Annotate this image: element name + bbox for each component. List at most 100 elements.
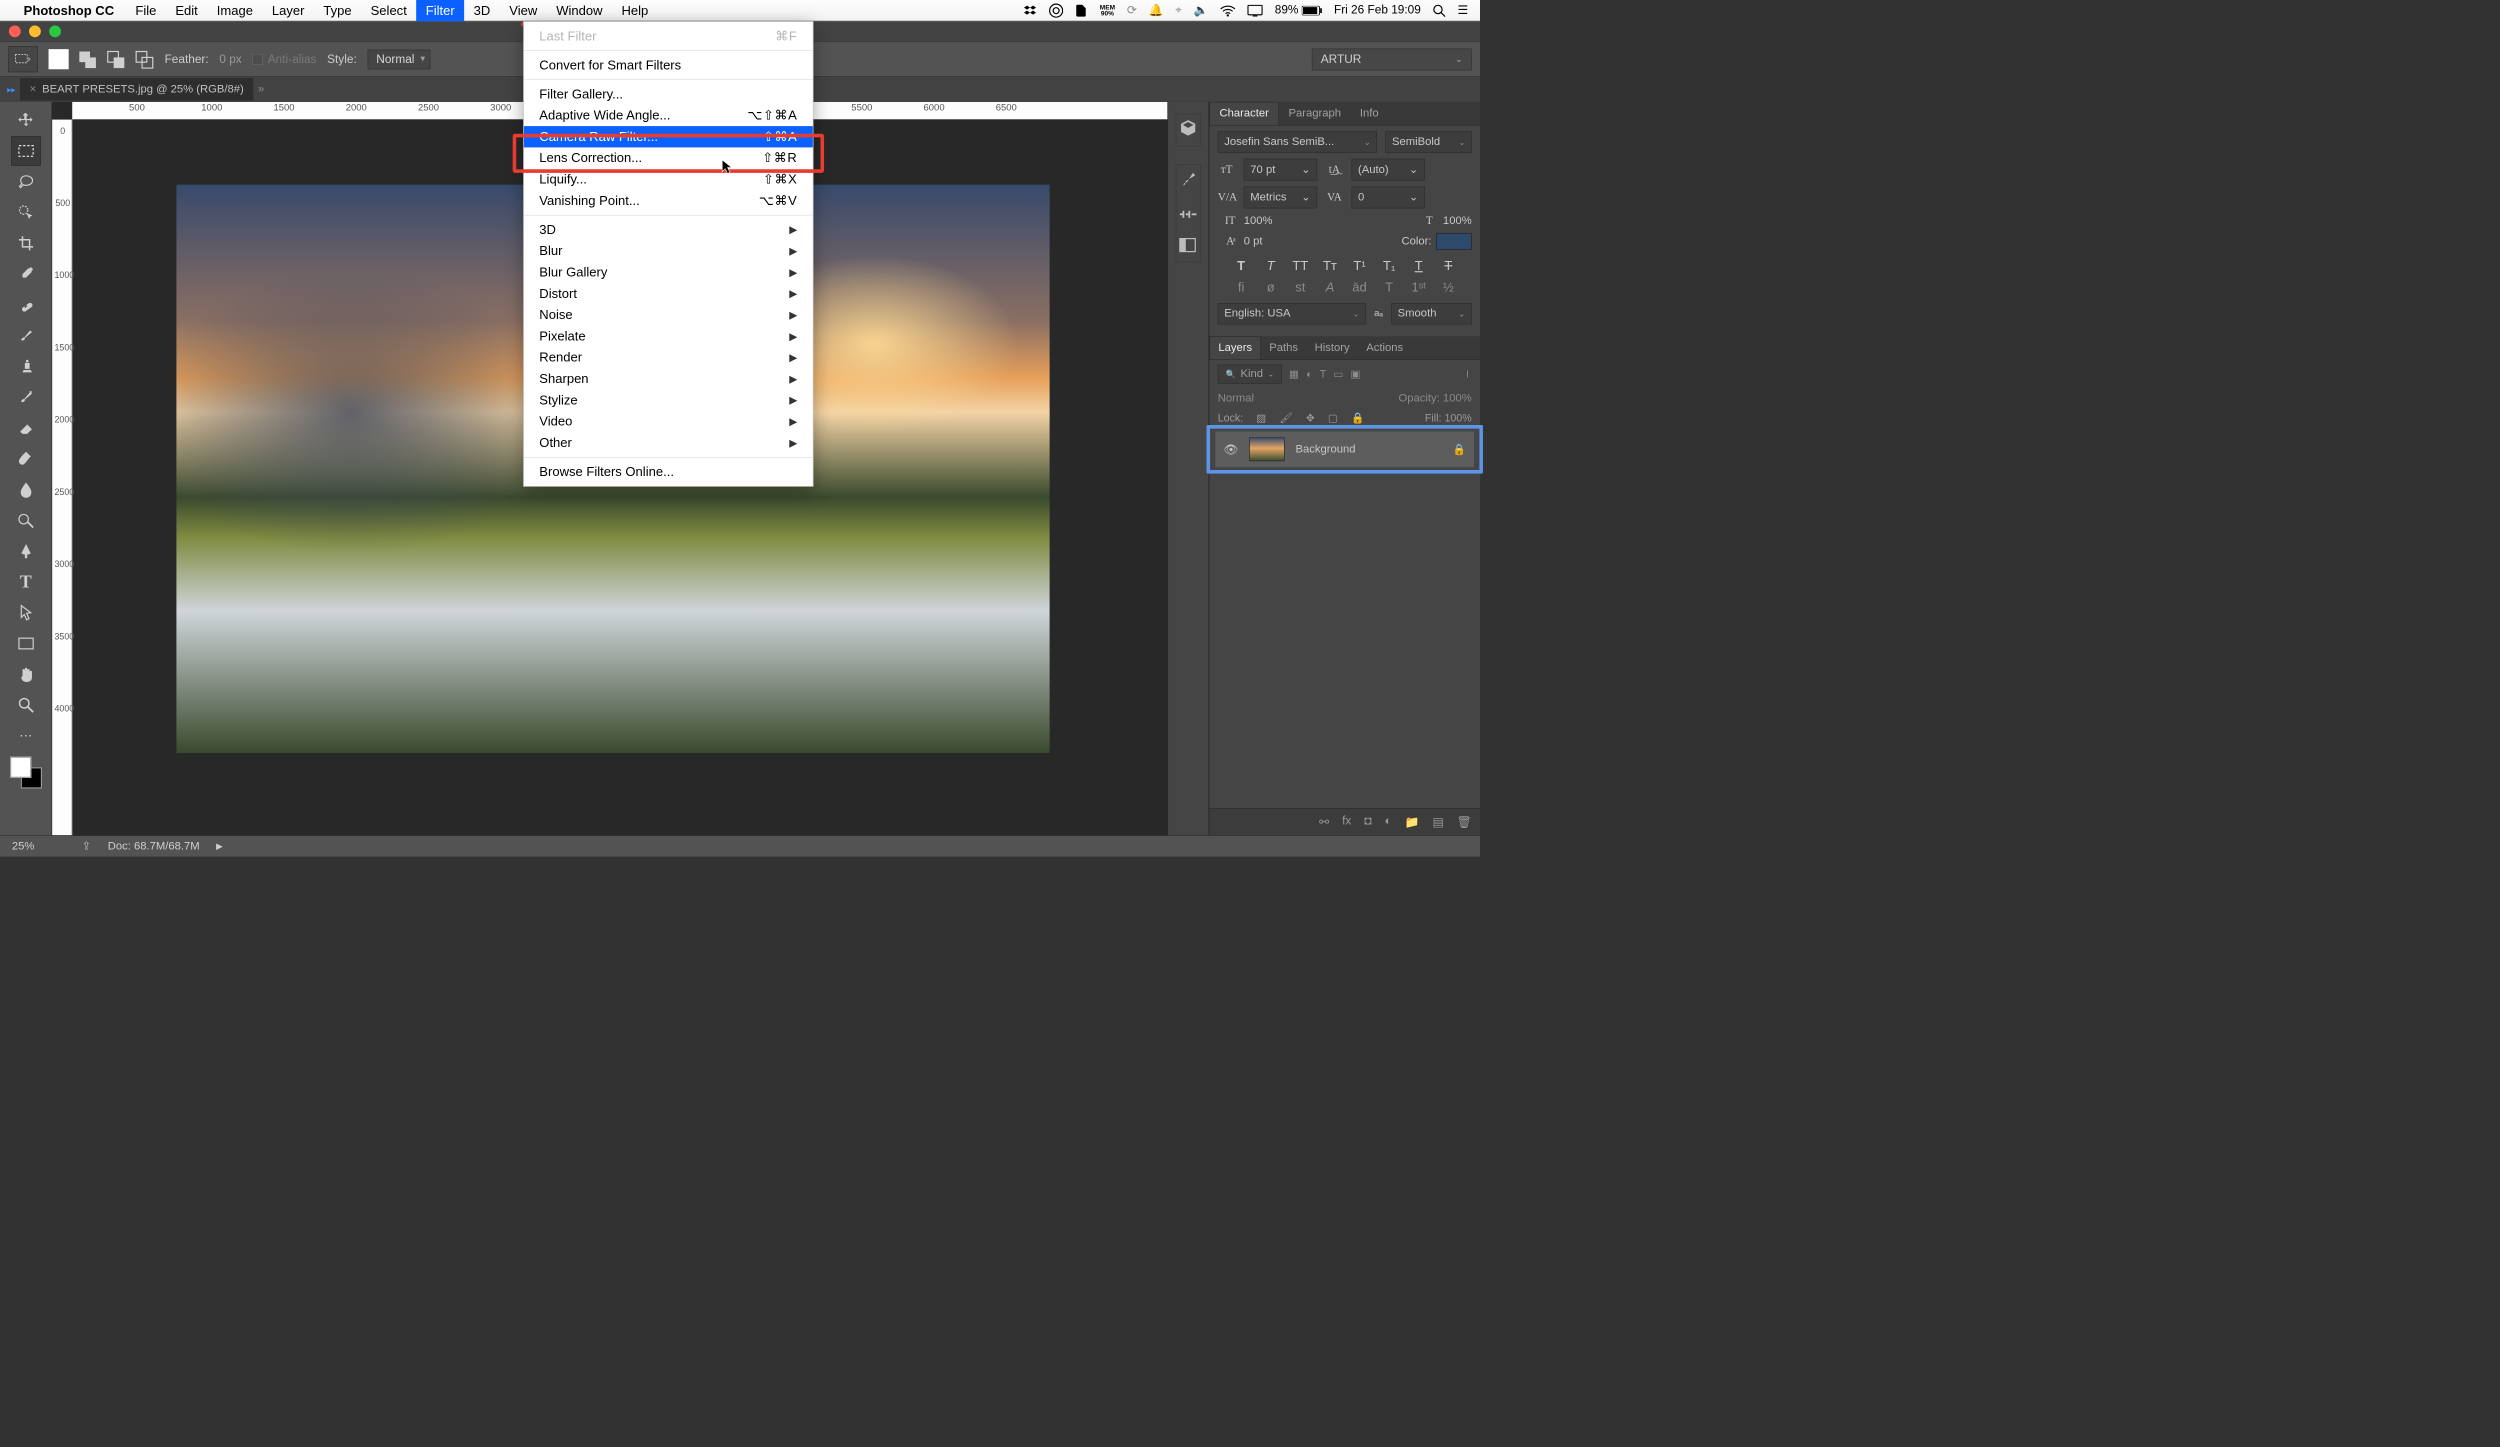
text-color-swatch[interactable] (1436, 233, 1472, 250)
workspace-switcher[interactable]: ARTUR⌄ (1312, 48, 1472, 70)
superscript-button[interactable]: T¹ (1351, 258, 1369, 273)
close-window-button[interactable] (9, 25, 21, 37)
marquee-tool[interactable] (11, 136, 41, 166)
properties-panel-icon[interactable] (1179, 237, 1198, 257)
brush-tool[interactable] (11, 321, 41, 351)
tab-layers[interactable]: Layers (1209, 336, 1261, 359)
titling-button[interactable]: ād (1351, 279, 1369, 294)
menu-extras-icon[interactable]: ☰ (1458, 3, 1469, 18)
antialiasing-dropdown[interactable]: Smooth⌄ (1391, 303, 1472, 324)
intersect-selection-button[interactable] (134, 49, 154, 69)
feather-value[interactable]: 0 px (219, 52, 241, 66)
link-layers-icon[interactable]: ⚯ (1319, 815, 1329, 830)
evernote-icon[interactable] (1075, 3, 1088, 17)
ordinals-button[interactable]: T (1380, 279, 1398, 294)
brushes-panel-icon[interactable] (1179, 169, 1198, 192)
layer-lock-icon[interactable]: 🔒 (1453, 443, 1466, 455)
ligature-st-button[interactable]: st (1291, 279, 1309, 294)
tab-paragraph[interactable]: Paragraph (1279, 102, 1350, 124)
subscript-button[interactable]: T₁ (1380, 258, 1398, 273)
close-tab-icon[interactable]: × (30, 83, 37, 96)
zoom-tool[interactable] (11, 690, 41, 720)
3d-panel-icon[interactable] (1179, 119, 1198, 141)
kerning-input[interactable]: Metrics⌄ (1244, 186, 1317, 208)
status-arrow-icon[interactable]: ▶ (216, 841, 222, 851)
underline-button[interactable]: T (1410, 258, 1428, 273)
lock-all-icon[interactable]: 🔒 (1351, 412, 1364, 424)
foreground-color-swatch[interactable] (10, 757, 31, 778)
filter-3d-submenu[interactable]: 3D▶ (524, 219, 813, 240)
tab-actions[interactable]: Actions (1358, 337, 1411, 359)
fill-value[interactable]: 100% (1444, 412, 1471, 424)
tab-history[interactable]: History (1306, 337, 1358, 359)
add-to-selection-button[interactable] (77, 49, 97, 69)
crop-tool[interactable] (11, 229, 41, 259)
zoom-level[interactable]: 25% (12, 840, 65, 853)
tab-character[interactable]: Character (1209, 102, 1279, 125)
layer-thumbnail[interactable] (1249, 437, 1285, 461)
display-icon[interactable] (1248, 4, 1263, 16)
doc-size[interactable]: Doc: 68.7M/68.7M (108, 840, 200, 853)
new-layer-icon[interactable]: ▤ (1432, 815, 1443, 830)
type-tool[interactable]: T (11, 567, 41, 597)
baseline-value[interactable]: 0 pt (1244, 235, 1263, 248)
lock-pixels-icon[interactable]: 🖌 (1279, 412, 1293, 424)
wifi-icon[interactable] (1220, 4, 1235, 16)
adjustments-panel-icon[interactable] (1179, 205, 1198, 224)
dropbox-icon[interactable] (1023, 3, 1037, 17)
filter-lens-correction[interactable]: Lens Correction...⇧⌘R (524, 147, 813, 168)
filter-shape-icon[interactable]: ▭ (1333, 368, 1343, 380)
export-icon[interactable]: ⇪ (82, 839, 91, 853)
layer-visibility-icon[interactable]: 👁 (1224, 442, 1239, 457)
menu-image[interactable]: Image (207, 0, 262, 21)
hscale-value[interactable]: 100% (1443, 214, 1472, 227)
filter-adaptive-wide-angle[interactable]: Adaptive Wide Angle...⌥⇧⌘A (524, 105, 813, 126)
subtract-from-selection-button[interactable] (105, 49, 125, 69)
filter-pixelate-submenu[interactable]: Pixelate▶ (524, 326, 813, 347)
menu-type[interactable]: Type (314, 0, 361, 21)
font-size-input[interactable]: 70 pt⌄ (1244, 159, 1317, 181)
eyedropper-tool[interactable] (11, 259, 41, 289)
move-tool[interactable] (11, 105, 41, 135)
filter-smart-icon[interactable]: ▣ (1351, 368, 1361, 380)
smallcaps-button[interactable]: Tт (1321, 258, 1339, 273)
filter-gallery[interactable]: Filter Gallery... (524, 83, 813, 104)
bold-button[interactable]: T (1232, 258, 1250, 273)
volume-icon[interactable]: 🔈 (1194, 3, 1209, 18)
adjustment-layer-icon[interactable]: ◐ (1385, 815, 1392, 830)
filter-other-submenu[interactable]: Other▶ (524, 432, 813, 453)
filter-toggle-icon[interactable]: ⏽ (1463, 368, 1471, 380)
document-tab[interactable]: × BEART PRESETS.jpg @ 25% (RGB/8#) (20, 78, 253, 100)
gradient-tool[interactable] (11, 444, 41, 474)
clone-stamp-tool[interactable] (11, 352, 41, 382)
filter-video-submenu[interactable]: Video▶ (524, 411, 813, 432)
italic-button[interactable]: T (1262, 258, 1280, 273)
ruler-vertical[interactable]: 05001000150020002500300035004000 (52, 120, 72, 836)
battery-indicator[interactable]: 89% (1275, 4, 1322, 18)
layer-filter-kind[interactable]: 🔍Kind⌄ (1218, 365, 1282, 384)
healing-brush-tool[interactable] (11, 290, 41, 320)
filter-convert-smart[interactable]: Convert for Smart Filters (524, 54, 813, 75)
menu-filter[interactable]: Filter (416, 0, 464, 21)
language-dropdown[interactable]: English: USA⌄ (1218, 303, 1366, 324)
menu-select[interactable]: Select (361, 0, 416, 21)
filter-browse-online[interactable]: Browse Filters Online... (524, 461, 813, 482)
menu-view[interactable]: View (500, 0, 547, 21)
menu-file[interactable]: File (126, 0, 166, 21)
sync-icon[interactable]: ⟳ (1127, 3, 1137, 18)
doc-arrange-icon[interactable]: ▸▸ (7, 84, 15, 94)
filter-distort-submenu[interactable]: Distort▶ (524, 283, 813, 304)
ligature-o-button[interactable]: ø (1262, 279, 1280, 294)
bluetooth-icon[interactable]: ⌖ (1175, 4, 1182, 18)
filter-liquify[interactable]: Liquify...⇧⌘X (524, 169, 813, 190)
blend-mode-dropdown[interactable]: Normal (1218, 392, 1254, 405)
allcaps-button[interactable]: TT (1291, 258, 1309, 273)
filter-blur-gallery-submenu[interactable]: Blur Gallery▶ (524, 262, 813, 283)
lock-artboard-icon[interactable]: ▢ (1328, 412, 1338, 424)
edit-toolbar-button[interactable]: ⋯ (11, 721, 41, 751)
new-selection-button[interactable] (49, 49, 69, 69)
filter-camera-raw[interactable]: Camera Raw Filter...⇧⌘A (524, 126, 813, 147)
style-dropdown[interactable]: Normal (367, 49, 430, 69)
rectangle-tool[interactable] (11, 629, 41, 659)
history-brush-tool[interactable] (11, 382, 41, 412)
